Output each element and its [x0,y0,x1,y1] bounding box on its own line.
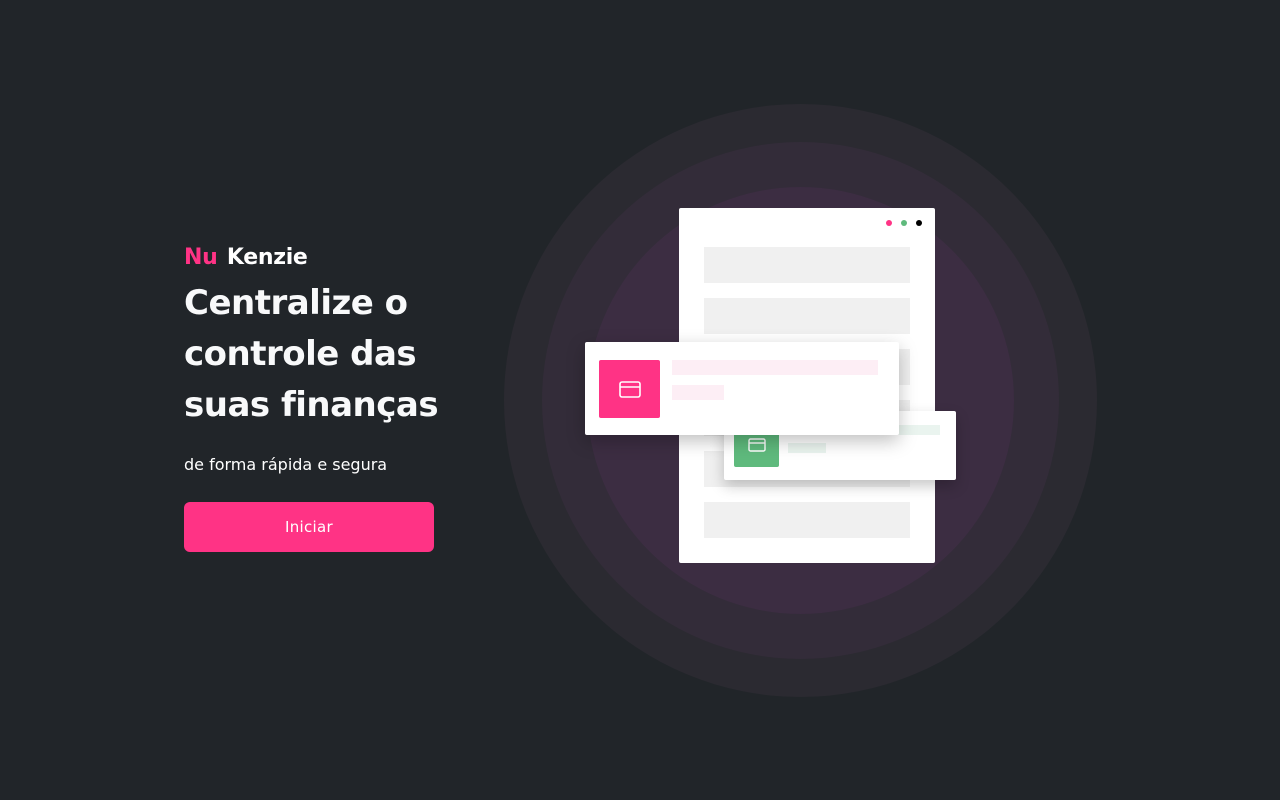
card-icon-box-pink [599,360,660,418]
placeholder-row [704,247,910,283]
brand-prefix: Nu [184,245,218,270]
hero-headline: Centralize o controle das suas finanças [184,283,439,425]
brand-logo: Nu Kenzie [184,243,308,273]
placeholder-line [788,443,826,453]
placeholder-line [672,360,878,375]
hero-subtitle: de forma rápida e segura [184,455,388,474]
mock-transaction-card-expense [585,342,899,435]
window-dot-green [901,220,907,226]
brand-name: Kenzie [226,245,308,270]
placeholder-row [704,298,910,334]
placeholder-line [672,385,724,400]
start-button[interactable]: Iniciar [184,502,434,552]
credit-card-icon [747,438,766,452]
placeholder-row [704,502,910,538]
window-dot-black [916,220,922,226]
credit-card-icon [618,380,641,398]
window-dot-pink [886,220,892,226]
